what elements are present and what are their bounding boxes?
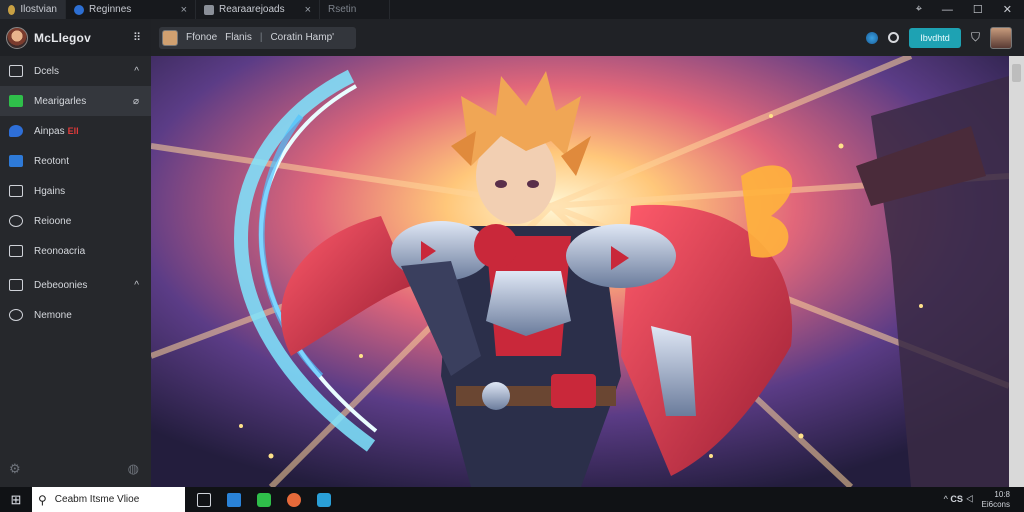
- breadcrumb-item-1[interactable]: Ffonoe: [186, 32, 217, 43]
- user-avatar[interactable]: [990, 26, 1012, 49]
- sidebar-item-label: Reioone: [34, 215, 72, 227]
- primary-action-button[interactable]: Ibvdhtd: [908, 27, 961, 48]
- clock[interactable]: 10:8 Ei6cons: [982, 490, 1010, 510]
- breadcrumb[interactable]: Ffonoe Flanis | Coratin Hamp': [159, 26, 356, 49]
- sidebar-item-label: Hgains: [34, 185, 66, 197]
- close-tab-icon[interactable]: ×: [305, 4, 311, 16]
- document-icon: [9, 185, 23, 197]
- envelope-icon: [9, 245, 23, 257]
- settings-app-icon[interactable]: [317, 492, 331, 507]
- tab-label: Rearaarejoads: [219, 4, 285, 15]
- breadcrumb-item-2[interactable]: Flanis: [225, 32, 252, 43]
- sidebar-item-label: Ainpas: [34, 125, 65, 137]
- settings-icon[interactable]: ⚙: [9, 461, 21, 477]
- folder-icon: [9, 65, 23, 77]
- sidebar-item-mearigarles[interactable]: Mearigarles ⌀: [0, 86, 151, 116]
- sidebar-item-label: Mearigarles: [34, 95, 87, 107]
- pin-icon[interactable]: ⌖: [916, 3, 922, 16]
- tab-rsetin[interactable]: Rsetin: [320, 0, 390, 19]
- compass-icon: [9, 215, 23, 227]
- sidebar-item-reioone[interactable]: Reioone: [0, 206, 151, 236]
- sidebar-item-label: Reotont: [34, 155, 70, 167]
- maximize-button[interactable]: ☐: [973, 3, 983, 16]
- tab-label: Ilostvian: [20, 4, 57, 15]
- shield-icon[interactable]: ⛉: [971, 30, 980, 45]
- theme-toggle-icon[interactable]: ◍: [128, 461, 139, 477]
- app-favicon: [8, 4, 16, 15]
- sidebar-item-nemone[interactable]: Nemone: [0, 300, 151, 330]
- option-icon[interactable]: ⌀: [133, 96, 139, 107]
- sidebar-item-label: Reonoacria: [34, 245, 86, 257]
- globe-icon: [9, 309, 23, 321]
- scrollbar-thumb[interactable]: [1012, 64, 1021, 82]
- green-tile-icon: [9, 95, 23, 107]
- close-window-button[interactable]: ✕: [1003, 3, 1012, 16]
- store-app-icon[interactable]: [227, 492, 241, 507]
- vertical-scrollbar[interactable]: [1009, 56, 1024, 487]
- browser-app-icon[interactable]: [287, 492, 301, 507]
- taskbar-search-input[interactable]: ⚲ Ceabm Itsme Vlioe: [32, 487, 185, 512]
- app-header: McLlegov ⠿ Ffonoe Flanis | Coratin Hamp'…: [0, 19, 1024, 56]
- grid-menu-icon[interactable]: ⠿: [133, 31, 141, 44]
- sidebar-item-reotont[interactable]: Reotont: [0, 146, 151, 176]
- minimize-button[interactable]: —: [942, 4, 953, 16]
- sidebar-item-label: Nemone: [34, 309, 72, 321]
- profile-avatar[interactable]: [6, 26, 28, 49]
- globe-icon[interactable]: [865, 31, 878, 44]
- sidebar-item-reonoacria[interactable]: Reonoacria: [0, 236, 151, 266]
- clock-time: 10:8: [994, 489, 1010, 499]
- thumbnail-icon: [162, 29, 178, 46]
- house-icon: [9, 155, 23, 167]
- shield-favicon-icon: [74, 4, 84, 15]
- search-icon: ⚲: [38, 492, 47, 507]
- clock-date: Ei6cons: [981, 499, 1010, 509]
- sidebar-item-label: Dcels: [34, 65, 60, 77]
- tab-reginnes[interactable]: Reginnes ×: [66, 0, 196, 19]
- os-taskbar: ⊞ ⚲ Ceabm Itsme Vlioe ^ 𝐂𝐒 ◁ 10:8 Ei6con…: [0, 487, 1024, 512]
- breadcrumb-item-3[interactable]: Coratin Hamp': [270, 32, 334, 43]
- window-controls: ⌖ — ☐ ✕: [916, 0, 1024, 19]
- hero-illustration: [151, 56, 1009, 487]
- taskbar-apps: [185, 492, 331, 507]
- sidebar-item-label: Debeoonies: [34, 279, 88, 291]
- header-actions: Ibvdhtd ⛉: [865, 26, 1024, 49]
- anime-hero-artwork: [151, 56, 1009, 487]
- tab-rearaarejoads[interactable]: Rearaarejoads ×: [196, 0, 320, 19]
- inbox-icon: [9, 279, 23, 291]
- windows-start-icon[interactable]: ⊞: [0, 492, 32, 508]
- tray-icons[interactable]: ^ 𝐂𝐒 ◁: [944, 494, 974, 505]
- app-title: McLlegov: [34, 30, 91, 45]
- tab-label: Reginnes: [89, 4, 132, 15]
- sidebar: Dcels ^ Mearigarles ⌀ Ainpas Ell Reotont…: [0, 56, 151, 487]
- chevron-up-icon[interactable]: ^: [134, 280, 139, 291]
- sidebar-item-ainpas[interactable]: Ainpas Ell: [0, 116, 151, 146]
- sidebar-item-hgains[interactable]: Hgains: [0, 176, 151, 206]
- page-favicon-icon: [204, 4, 214, 15]
- sidebar-item-debeoonies[interactable]: Debeoonies ^: [0, 270, 151, 300]
- blue-drop-icon: [9, 125, 23, 137]
- status-ring-icon[interactable]: [887, 32, 899, 43]
- brand: McLlegov ⠿: [0, 19, 151, 56]
- chevron-up-icon[interactable]: ^: [134, 66, 139, 77]
- tab-ilostvian[interactable]: Ilostvian: [0, 0, 66, 19]
- tab-label: Rsetin: [328, 4, 357, 15]
- sidebar-footer: ⚙ ◍: [9, 461, 139, 477]
- sidebar-item-dcels[interactable]: Dcels ^: [0, 56, 151, 86]
- taskbar-search-placeholder: Ceabm Itsme Vlioe: [54, 494, 140, 505]
- status-badge: Ell: [67, 126, 79, 136]
- breadcrumb-separator: |: [259, 32, 263, 43]
- close-tab-icon[interactable]: ×: [181, 4, 187, 16]
- browser-tab-strip: Ilostvian Reginnes × Rearaarejoads × Rse…: [0, 0, 1024, 19]
- media-app-icon[interactable]: [257, 492, 271, 507]
- task-view-icon[interactable]: [197, 492, 211, 507]
- system-tray: ^ 𝐂𝐒 ◁ 10:8 Ei6cons: [944, 490, 1024, 510]
